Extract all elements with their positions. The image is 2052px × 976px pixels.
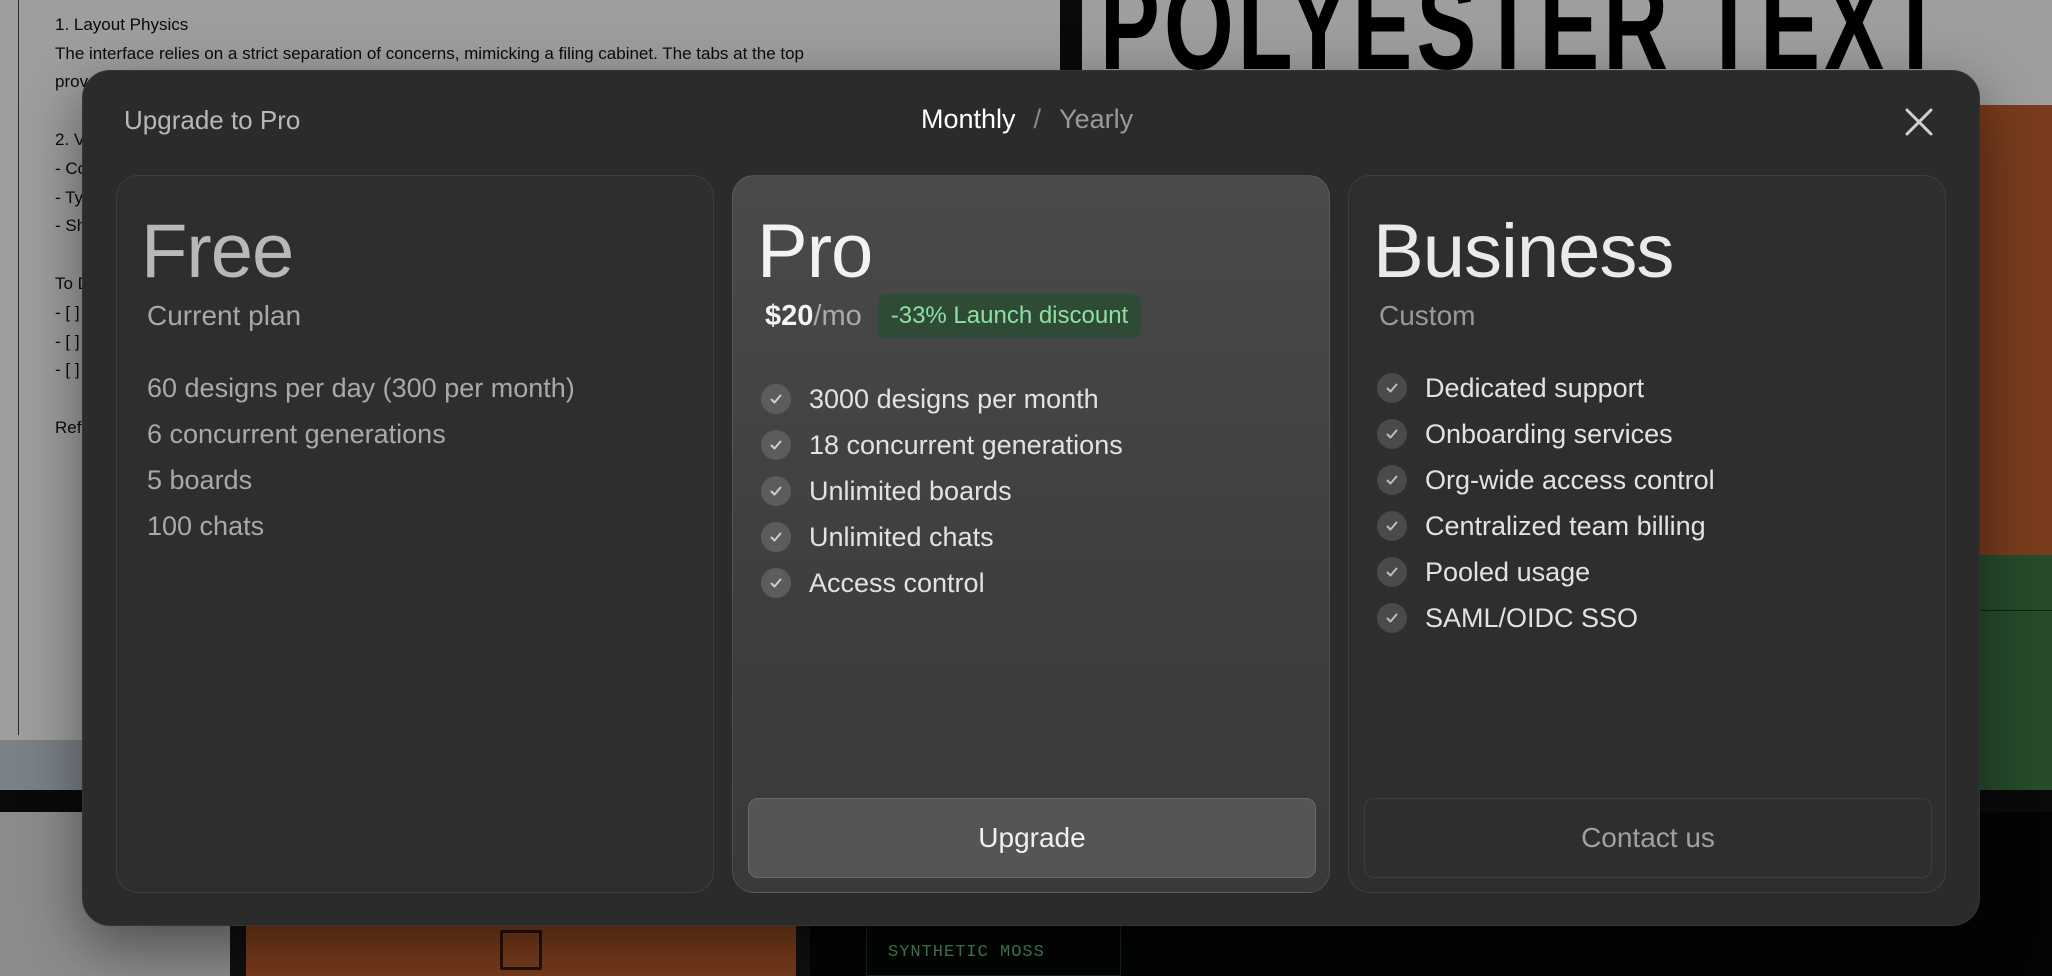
billing-period-toggle: Monthly / Yearly	[921, 104, 1133, 135]
feature-item: Access control	[761, 560, 1123, 606]
price-period: /mo	[813, 299, 862, 332]
feature-label: Dedicated support	[1425, 372, 1645, 403]
billing-separator: /	[1033, 104, 1042, 134]
feature-label: Onboarding services	[1425, 418, 1673, 449]
plan-name: Business	[1373, 209, 1674, 294]
close-icon	[1905, 108, 1933, 136]
check-icon	[1377, 511, 1407, 541]
check-icon	[1377, 465, 1407, 495]
feature-label: Access control	[809, 567, 985, 598]
feature-item: Unlimited boards	[761, 468, 1123, 514]
feature-list: Dedicated support Onboarding services Or…	[1377, 365, 1715, 641]
feature-item: Pooled usage	[1377, 549, 1715, 595]
modal-title: Upgrade to Pro	[124, 105, 301, 135]
upgrade-modal: Upgrade to Pro Monthly / Yearly Free Cur…	[82, 70, 1980, 926]
feature-item: 60 designs per day (300 per month)	[147, 372, 575, 403]
feature-label: Unlimited boards	[809, 475, 1012, 506]
feature-item: 100 chats	[147, 510, 265, 541]
feature-label: Pooled usage	[1425, 556, 1591, 587]
plan-subtitle: Custom	[1379, 300, 1476, 331]
feature-item: 3000 designs per month	[761, 376, 1123, 422]
check-icon	[761, 522, 791, 552]
feature-item: Onboarding services	[1377, 411, 1715, 457]
feature-item: Unlimited chats	[761, 514, 1123, 560]
check-icon	[1377, 373, 1407, 403]
feature-list: 3000 designs per month 18 concurrent gen…	[761, 376, 1123, 606]
price-amount: $20	[765, 299, 814, 332]
feature-label: 3000 designs per month	[809, 383, 1099, 414]
feature-label: Unlimited chats	[809, 521, 994, 552]
check-icon	[761, 568, 791, 598]
price-row: $20/mo -33% Launch discount	[765, 294, 1142, 338]
contact-us-button[interactable]: Contact us	[1364, 798, 1932, 878]
plan-name: Free	[141, 209, 294, 294]
feature-label: 18 concurrent generations	[809, 429, 1123, 460]
feature-label: Centralized team billing	[1425, 510, 1706, 541]
check-icon	[761, 476, 791, 506]
feature-item: Centralized team billing	[1377, 503, 1715, 549]
price: $20/mo	[765, 300, 862, 333]
feature-item: SAML/OIDC SSO	[1377, 595, 1715, 641]
discount-badge: -33% Launch discount	[877, 294, 1142, 338]
check-icon	[761, 384, 791, 414]
billing-yearly-option[interactable]: Yearly	[1059, 104, 1133, 135]
feature-item: Dedicated support	[1377, 365, 1715, 411]
plan-subtitle: Current plan	[147, 300, 302, 331]
feature-item: Org-wide access control	[1377, 457, 1715, 503]
upgrade-button[interactable]: Upgrade	[748, 798, 1316, 878]
check-icon	[761, 430, 791, 460]
plan-name: Pro	[757, 209, 873, 294]
feature-label: SAML/OIDC SSO	[1425, 602, 1639, 633]
plan-card-free: Free Current plan 60 designs per day (30…	[116, 175, 714, 893]
check-icon	[1377, 557, 1407, 587]
feature-item: 5 boards	[147, 464, 253, 495]
billing-monthly-option[interactable]: Monthly	[921, 104, 1016, 135]
close-button[interactable]	[1901, 104, 1937, 140]
plan-card-pro: Pro $20/mo -33% Launch discount 3000 des…	[732, 175, 1330, 893]
feature-item: 6 concurrent generations	[147, 418, 446, 449]
plan-card-business: Business Custom Dedicated support Onboar…	[1348, 175, 1946, 893]
feature-list: 60 designs per day (300 per month) 6 con…	[147, 365, 575, 549]
feature-item: 18 concurrent generations	[761, 422, 1123, 468]
feature-label: Org-wide access control	[1425, 464, 1715, 495]
check-icon	[1377, 603, 1407, 633]
check-icon	[1377, 419, 1407, 449]
